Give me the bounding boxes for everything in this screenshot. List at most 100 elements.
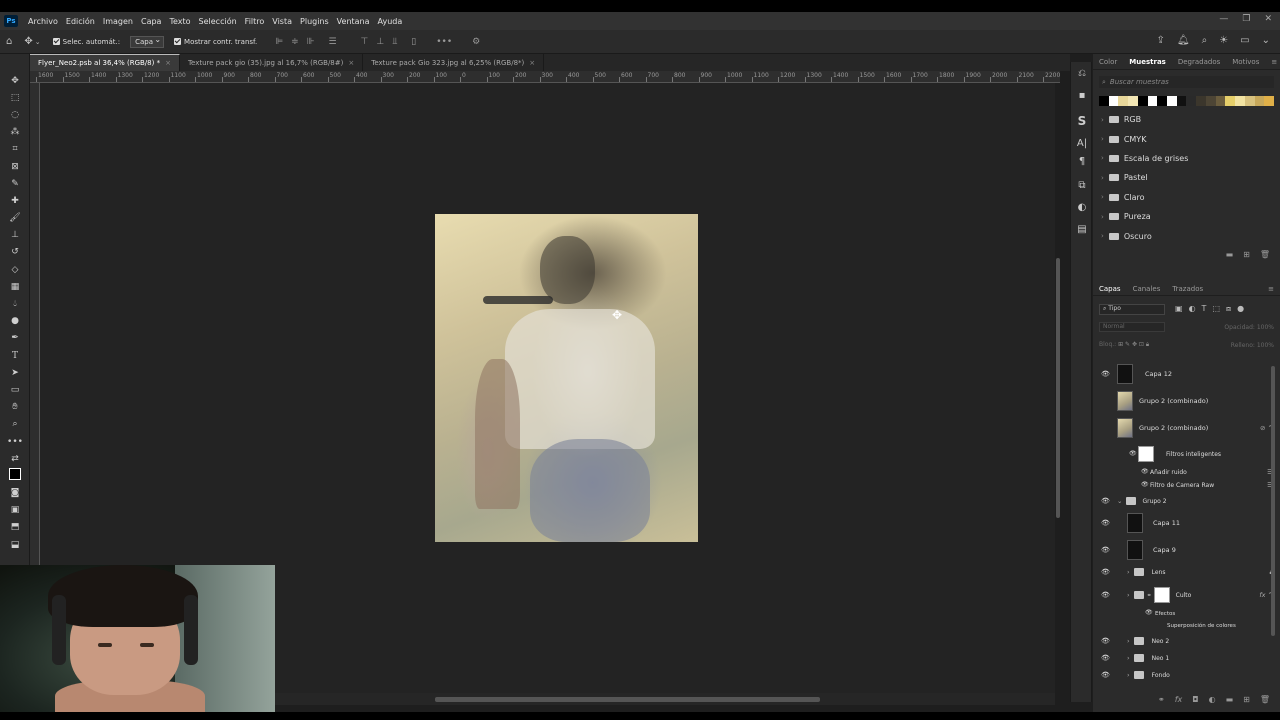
bell-icon[interactable]: 🔔︎ <box>1177 35 1190 46</box>
foreground-color-swatch[interactable] <box>0 467 30 484</box>
eye-icon[interactable]: 👁︎ <box>1129 450 1137 458</box>
color-swatch[interactable] <box>1147 96 1158 106</box>
character-icon[interactable]: A| <box>1071 132 1093 154</box>
menu-archivo[interactable]: Archivo <box>24 17 62 26</box>
menu-vista[interactable]: Vista <box>268 17 296 26</box>
align-top-icon[interactable]: ⊤ <box>361 37 369 47</box>
eye-icon[interactable]: 👁︎ <box>1101 519 1110 527</box>
swatch-folder-grayscale[interactable]: › Escala de grises <box>1093 149 1280 168</box>
color-swatch[interactable] <box>1244 96 1255 106</box>
smart-object-filter-icon[interactable]: ⧈ <box>1226 304 1231 314</box>
filter-row[interactable]: 👁︎ Filtro de Camera Raw ☰ <box>1093 480 1273 490</box>
tab-color[interactable]: Color <box>1093 58 1123 66</box>
artwork-image[interactable] <box>435 214 698 542</box>
panel-menu-icon[interactable]: ≡ <box>1265 58 1280 66</box>
settings-gear-icon[interactable]: ⚙ <box>472 37 480 47</box>
eye-icon[interactable]: 👁︎ <box>1101 591 1110 599</box>
move-tool-icon[interactable]: ✥ <box>24 36 32 47</box>
stamp-tool-icon[interactable]: ⊥ <box>0 227 30 244</box>
group-row[interactable]: 👁︎ › Lens 🔒︎ <box>1093 566 1273 578</box>
color-swatch[interactable] <box>1186 96 1197 106</box>
align-center-icon[interactable]: ≑ <box>291 37 299 47</box>
healing-brush-icon[interactable]: ✚ <box>0 192 30 209</box>
horizontal-ruler[interactable]: 1600 1500 1400 1300 1200 1100 1000 900 800 700 600… <box>30 71 1060 83</box>
chevron-down-icon[interactable]: ⌄ <box>1117 497 1122 505</box>
styles-icon[interactable]: S <box>1071 110 1093 132</box>
blend-mode-dropdown[interactable]: Normal <box>1099 322 1165 332</box>
artboard-icon[interactable]: ⬓ <box>0 536 30 553</box>
chevron-right-icon[interactable]: › <box>1127 654 1130 662</box>
eye-icon[interactable]: 👁︎ <box>1101 637 1110 645</box>
swap-colors-icon[interactable]: ⇄ <box>0 450 30 467</box>
swatch-folder-cmyk[interactable]: › CMYK <box>1093 129 1280 148</box>
edit-toolbar-icon[interactable]: ••• <box>0 433 30 450</box>
auto-select-target-dropdown[interactable]: Capa <box>130 35 165 48</box>
layer-row[interactable]: Grupo 2 (combinado) ⊘ ⌃ <box>1093 416 1273 440</box>
filter-row[interactable]: 👁︎ Añadir ruido ☰ <box>1093 467 1273 477</box>
close-window-button[interactable]: ✕ <box>1264 14 1272 24</box>
menu-capa[interactable]: Capa <box>137 17 165 26</box>
properties-icon[interactable]: ▤ <box>1071 218 1093 240</box>
align-right-icon[interactable]: ⊪ <box>307 37 315 47</box>
quick-mask-icon[interactable]: ◙ <box>0 485 30 502</box>
fx-icon[interactable]: fx <box>1175 695 1183 704</box>
eye-icon[interactable]: 👁︎ <box>1101 671 1110 679</box>
chevron-down-icon[interactable]: ⌄ <box>35 38 41 46</box>
eye-icon[interactable]: 👁︎ <box>1101 568 1110 576</box>
tab-texture-pack-323[interactable]: Texture pack Gio 323.jpg al 6,25% (RGB/8… <box>363 54 545 71</box>
color-swatch[interactable] <box>1108 96 1119 106</box>
filter-toggle-icon[interactable]: ● <box>1237 304 1244 314</box>
menu-seleccion[interactable]: Selección <box>195 17 241 26</box>
effects-row[interactable]: 👁︎ Efectos <box>1093 609 1273 618</box>
add-mask-icon[interactable]: ◘ <box>1192 695 1198 704</box>
new-group-icon[interactable]: ▬ <box>1226 695 1234 704</box>
vertical-scrollbar[interactable] <box>1056 258 1060 518</box>
tab-muestras[interactable]: Muestras <box>1123 58 1172 66</box>
align-bottom-icon[interactable]: ⫫ <box>392 37 397 47</box>
color-swatch[interactable] <box>1196 96 1206 106</box>
layer-kind-filter[interactable]: ⌕ Tipo <box>1099 303 1165 315</box>
eye-icon[interactable]: 👁︎ <box>1145 609 1153 617</box>
group-row[interactable]: 👁︎ ⌄ Grupo 2 <box>1093 495 1273 507</box>
color-swatch[interactable] <box>1118 96 1129 106</box>
trash-icon[interactable]: 🗑︎ <box>1260 250 1270 259</box>
panel-menu-icon[interactable]: ≡ <box>1262 285 1280 293</box>
swatch-search-input[interactable]: ⌕ Buscar muestras <box>1099 76 1274 88</box>
tab-degradados[interactable]: Degradados <box>1172 58 1226 66</box>
color-swatch[interactable] <box>1176 96 1187 106</box>
effect-row[interactable]: Superposición de colores <box>1093 621 1273 630</box>
tab-motivos[interactable]: Motivos <box>1226 58 1265 66</box>
chevron-right-icon[interactable]: › <box>1127 568 1130 576</box>
trash-icon[interactable]: 🗑︎ <box>1260 695 1270 704</box>
crop-tool-icon[interactable]: ⌗ <box>0 141 30 158</box>
color-swatch[interactable] <box>1167 96 1177 106</box>
lasso-tool-icon[interactable]: ◌ <box>0 106 30 123</box>
shape-filter-icon[interactable]: ⬚ <box>1212 304 1220 314</box>
lightbulb-icon[interactable]: ☀ <box>1219 35 1228 46</box>
tab-capas[interactable]: Capas <box>1093 285 1127 293</box>
adjustments-icon[interactable]: ◐ <box>1071 196 1093 218</box>
layer-row[interactable]: Grupo 2 (combinado) <box>1093 389 1273 413</box>
layer-row[interactable]: 👁︎ Capa 9 <box>1093 538 1273 562</box>
group-row[interactable]: 👁︎ › Neo 1 <box>1093 652 1273 664</box>
fill-value[interactable]: 100% <box>1257 342 1274 349</box>
screen-mode-icon[interactable]: ▣ <box>0 502 30 519</box>
tab-canales[interactable]: Canales <box>1127 285 1167 293</box>
search-icon[interactable]: ⌕ <box>1202 35 1208 46</box>
minimize-button[interactable]: — <box>1219 14 1228 24</box>
type-filter-icon[interactable]: T <box>1202 304 1207 314</box>
adjustment-layer-icon[interactable]: ◐ <box>1209 695 1216 704</box>
new-swatch-icon[interactable]: ⊞ <box>1243 250 1250 259</box>
color-swatch[interactable] <box>1157 96 1168 106</box>
workspace-icon[interactable]: ▭ <box>1240 35 1249 46</box>
path-select-tool-icon[interactable]: ➤ <box>0 364 30 381</box>
color-swatch[interactable] <box>1254 96 1265 106</box>
group-row[interactable]: 👁︎ › Fondo <box>1093 669 1273 681</box>
color-swatch[interactable] <box>1225 96 1236 106</box>
color-swatch[interactable] <box>1215 96 1226 106</box>
chevron-right-icon[interactable]: › <box>1127 591 1130 599</box>
home-icon[interactable]: ⌂ <box>6 36 12 47</box>
close-icon[interactable]: × <box>165 59 171 67</box>
menu-texto[interactable]: Texto <box>165 17 194 26</box>
eye-icon[interactable]: 👁︎ <box>1101 370 1110 378</box>
